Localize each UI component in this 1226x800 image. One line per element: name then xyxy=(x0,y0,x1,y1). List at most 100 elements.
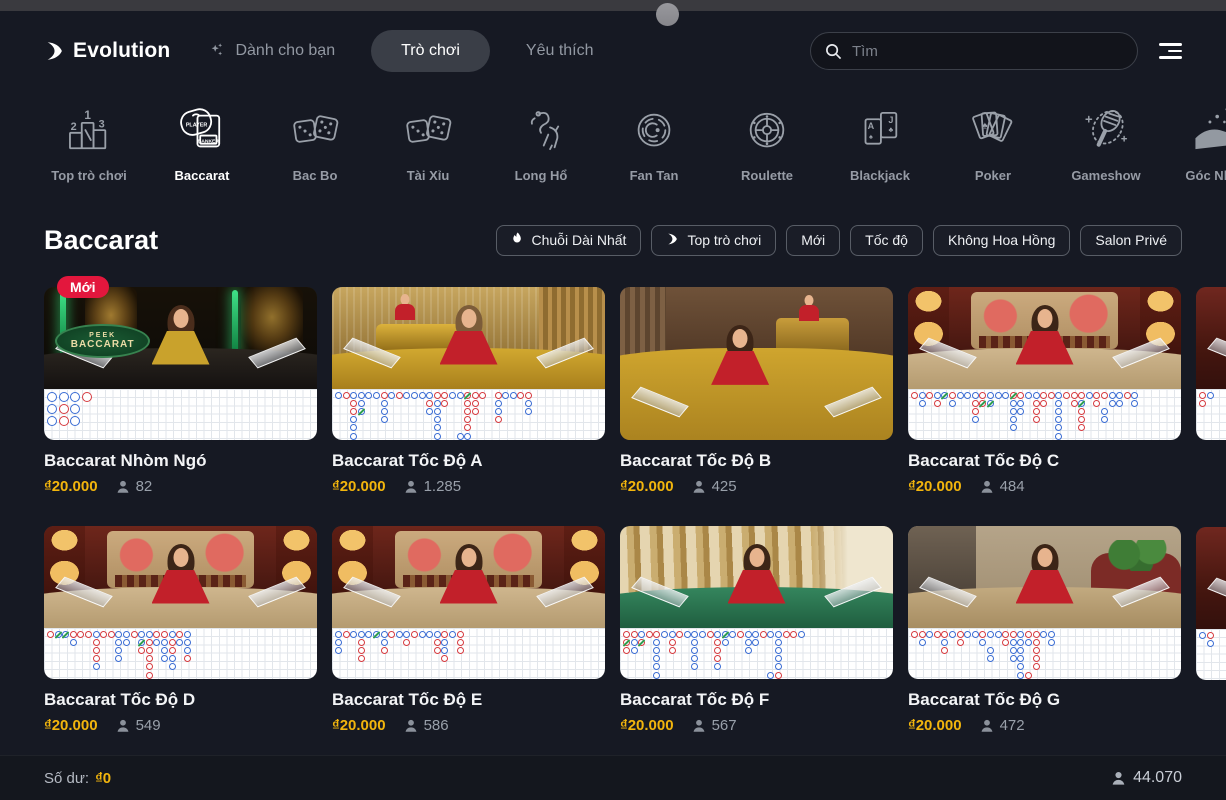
roadmap-dot xyxy=(161,647,168,654)
roadmap-dot xyxy=(169,663,176,670)
roadmap-dot xyxy=(457,631,464,638)
evolution-logo[interactable]: Evolution xyxy=(44,39,170,63)
game-thumbnail[interactable] xyxy=(44,526,317,679)
filter-chip-khong-hoa-hong[interactable]: Không Hoa Hồng xyxy=(933,225,1070,256)
search-input[interactable] xyxy=(852,43,1123,60)
roadmap-dot xyxy=(510,392,517,399)
roadmap-dot xyxy=(1093,392,1100,399)
nav-favorites[interactable]: Yêu thích xyxy=(526,42,594,60)
category-label: Baccarat xyxy=(175,168,230,184)
game-thumbnail[interactable] xyxy=(332,526,605,679)
category-long-ho[interactable]: Long Hổ xyxy=(490,96,592,198)
roadmap-dot xyxy=(1131,400,1138,407)
category-poker[interactable]: ♠Poker xyxy=(942,96,1044,198)
roadmap-dot xyxy=(752,631,759,638)
nav-games[interactable]: Trò chơi xyxy=(371,30,490,72)
roadmap-dot xyxy=(949,392,956,399)
roadmap-dot xyxy=(1071,392,1078,399)
game-card[interactable] xyxy=(1196,287,1226,440)
filter-chip-moi[interactable]: Mới xyxy=(786,225,840,256)
baccarat-roadmap xyxy=(332,389,605,440)
game-card[interactable]: Baccarat Tốc Độ E ₫20.000 586 xyxy=(332,526,605,734)
roadmap-dot xyxy=(419,631,426,638)
category-tai-xiu[interactable]: Tài Xỉu xyxy=(377,96,479,198)
roadmap-dot xyxy=(631,647,638,654)
roadmap-dot xyxy=(1033,392,1040,399)
roadmap-dot xyxy=(495,392,502,399)
game-stats: ₫20.000 425 xyxy=(620,478,893,495)
roadmap-dot xyxy=(1017,655,1024,662)
roadmap-dot xyxy=(115,647,122,654)
online-players: 44.070 xyxy=(1111,769,1182,787)
roadmap-dot xyxy=(62,631,69,638)
game-card[interactable]: Baccarat Tốc Độ B ₫20.000 425 xyxy=(620,287,893,495)
game-stats: ₫20.000 1.285 xyxy=(332,478,605,495)
game-title: Baccarat Tốc Độ B xyxy=(620,451,893,471)
roadmap-dot xyxy=(1055,433,1062,440)
game-card[interactable]: Baccarat Tốc Độ A ₫20.000 1.285 xyxy=(332,287,605,495)
dealer xyxy=(434,305,504,365)
roadmap-dot xyxy=(699,631,706,638)
roadmap-dot xyxy=(381,400,388,407)
roadmap-dot xyxy=(1017,647,1024,654)
game-thumbnail[interactable] xyxy=(908,287,1181,440)
category-roulette[interactable]: Roulette xyxy=(716,96,818,198)
live-dealer-preview xyxy=(620,287,893,440)
roadmap-dot xyxy=(1116,400,1123,407)
game-card[interactable]: Baccarat Tốc Độ F ₫20.000 567 xyxy=(620,526,893,734)
baccarat-roadmap xyxy=(332,628,605,679)
roadmap-dot xyxy=(653,639,660,646)
game-card[interactable]: Baccarat Tốc Độ D ₫20.000 549 xyxy=(44,526,317,734)
resize-knob[interactable] xyxy=(656,3,679,26)
category-bac-bo[interactable]: Bac Bo xyxy=(264,96,366,198)
roadmap-dot xyxy=(441,647,448,654)
category-gameshow[interactable]: Gameshow xyxy=(1055,96,1157,198)
game-card[interactable]: Baccarat Tốc Độ G ₫20.000 472 xyxy=(908,526,1181,734)
roadmap-dot xyxy=(479,392,486,399)
category-goc-nh-nh[interactable]: Góc Nh Nh xyxy=(1168,96,1226,198)
roadmap-dot xyxy=(123,639,130,646)
live-dealer-preview xyxy=(332,526,605,628)
game-thumbnail[interactable] xyxy=(908,526,1181,679)
category-top-tro-choi[interactable]: 123Top trò chơi xyxy=(38,96,140,198)
roadmap-dot xyxy=(161,655,168,662)
roadmap-dot xyxy=(47,416,57,426)
game-title: Baccarat Tốc Độ A xyxy=(332,451,605,471)
roadmap-dot xyxy=(941,639,948,646)
search-icon xyxy=(825,43,842,60)
search-box[interactable] xyxy=(810,32,1138,70)
filter-chip-toc-do[interactable]: Tốc độ xyxy=(850,225,923,256)
game-thumbnail[interactable] xyxy=(620,526,893,679)
game-card[interactable] xyxy=(1196,527,1226,680)
roadmap-dot xyxy=(972,392,979,399)
roadmap-dot xyxy=(153,631,160,638)
category-baccarat[interactable]: PLAYERBANKERBaccarat xyxy=(151,96,253,198)
game-thumbnail[interactable] xyxy=(1196,287,1226,440)
roadmap-dot xyxy=(350,416,357,423)
category-label: Roulette xyxy=(741,168,793,184)
min-stake: ₫20.000 xyxy=(620,478,674,495)
roadmap-dot xyxy=(472,392,479,399)
svg-text:3: 3 xyxy=(99,118,105,130)
roadmap-dot xyxy=(449,392,456,399)
roadmap-dot xyxy=(388,631,395,638)
dice-icon xyxy=(399,96,457,160)
roadmap-dot xyxy=(745,631,752,638)
filter-chip-salon-prive[interactable]: Salon Privé xyxy=(1080,225,1182,256)
filter-chip-top-tro-choi[interactable]: Top trò chơi xyxy=(651,225,776,256)
game-thumbnail[interactable] xyxy=(1196,527,1226,680)
roadmap-dot xyxy=(1124,392,1131,399)
category-blackjack[interactable]: J♣A♠Blackjack xyxy=(829,96,931,198)
roadmap-dot xyxy=(1010,392,1017,399)
game-thumbnail[interactable] xyxy=(332,287,605,440)
game-card[interactable]: Baccarat Tốc Độ C ₫20.000 484 xyxy=(908,287,1181,495)
roadmap-dot xyxy=(691,655,698,662)
game-thumbnail[interactable]: PEEKBACCARAT xyxy=(44,287,317,440)
menu-icon[interactable] xyxy=(1159,43,1182,59)
filter-chip-chuoi-dai-nhat[interactable]: Chuỗi Dài Nhất xyxy=(496,225,642,256)
nav-for-you[interactable]: Dành cho bạn xyxy=(208,42,335,60)
roadmap-dot xyxy=(161,639,168,646)
game-thumbnail[interactable] xyxy=(620,287,893,440)
game-card[interactable]: PEEKBACCARAT Mới Baccarat Nhòm Ngó ₫20.0… xyxy=(44,287,317,495)
category-fan-tan[interactable]: Fan Tan xyxy=(603,96,705,198)
